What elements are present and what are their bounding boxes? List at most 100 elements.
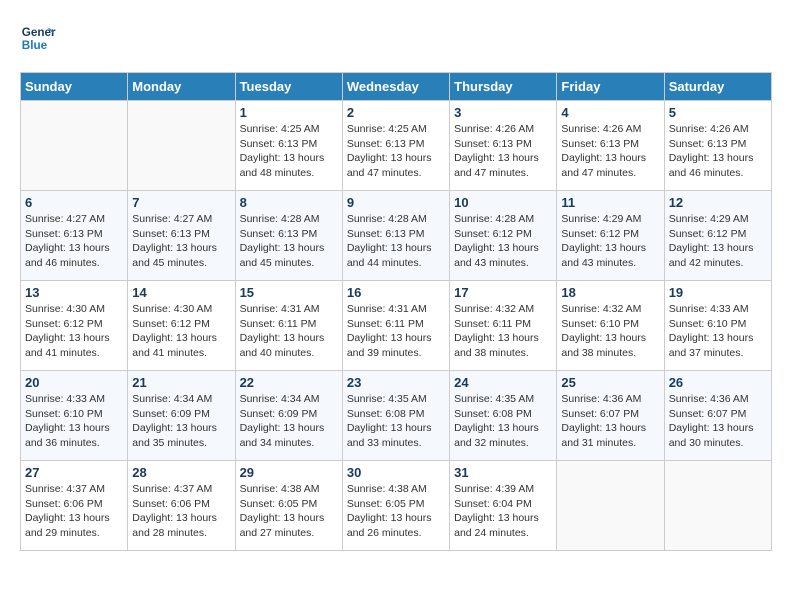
- calendar-cell: 6Sunrise: 4:27 AM Sunset: 6:13 PM Daylig…: [21, 191, 128, 281]
- calendar-cell: 8Sunrise: 4:28 AM Sunset: 6:13 PM Daylig…: [235, 191, 342, 281]
- calendar-cell: 15 Sunrise: 4:31 AM Sunset: 6:11 PM Dayli…: [235, 281, 342, 371]
- day-number: 17: [454, 285, 552, 300]
- day-number: 4: [561, 105, 659, 120]
- day-detail: Sunrise: 4:33 AM Sunset: 6:10 PM Dayligh…: [669, 302, 767, 361]
- calendar-cell: 9 Sunrise: 4:28 AM Sunset: 6:13 PM Daylig…: [342, 191, 449, 281]
- calendar-cell: 21 Sunrise: 4:34 AM Sunset: 6:09 PM Dayli…: [128, 371, 235, 461]
- day-number: 22: [240, 375, 338, 390]
- calendar-cell: 13Sunrise: 4:30 AM Sunset: 6:12 PM Dayli…: [21, 281, 128, 371]
- day-number: 6: [25, 195, 123, 210]
- day-detail: Sunrise: 4:29 AM Sunset: 6:12 PM Dayligh…: [669, 212, 767, 271]
- day-number: 27: [25, 465, 123, 480]
- page-header: General Blue: [20, 20, 772, 56]
- day-detail: Sunrise: 4:35 AM Sunset: 6:08 PM Dayligh…: [454, 392, 552, 451]
- week-row-4: 20 Sunrise: 4:33 AM Sunset: 6:10 PM Dayli…: [21, 371, 772, 461]
- svg-text:General: General: [22, 26, 56, 39]
- day-number: 3: [454, 105, 552, 120]
- day-number: 31: [454, 465, 552, 480]
- day-detail: Sunrise: 4:31 AM Sunset: 6:11 PM Dayligh…: [240, 302, 338, 361]
- day-number: 12: [669, 195, 767, 210]
- calendar-cell: 12 Sunrise: 4:29 AM Sunset: 6:12 PM Dayli…: [664, 191, 771, 281]
- calendar-table: SundayMondayTuesdayWednesdayThursdayFrid…: [20, 72, 772, 551]
- calendar-cell: 27 Sunrise: 4:37 AM Sunset: 6:06 PM Dayli…: [21, 461, 128, 551]
- day-number: 2: [347, 105, 445, 120]
- day-number: 15: [240, 285, 338, 300]
- day-detail: Sunrise: 4:36 AM Sunset: 6:07 PM Dayligh…: [561, 392, 659, 451]
- day-detail: Sunrise: 4:26 AM Sunset: 6:13 PM Dayligh…: [561, 122, 659, 181]
- day-detail: Sunrise: 4:38 AM Sunset: 6:05 PM Dayligh…: [347, 482, 445, 541]
- day-detail: Sunrise: 4:28 AM Sunset: 6:13 PM Dayligh…: [347, 212, 445, 271]
- calendar-cell: 11 Sunrise: 4:29 AM Sunset: 6:12 PM Dayli…: [557, 191, 664, 281]
- col-header-friday: Friday: [557, 73, 664, 101]
- calendar-cell: 24 Sunrise: 4:35 AM Sunset: 6:08 PM Dayli…: [450, 371, 557, 461]
- day-detail: Sunrise: 4:29 AM Sunset: 6:12 PM Dayligh…: [561, 212, 659, 271]
- calendar-cell: 4 Sunrise: 4:26 AM Sunset: 6:13 PM Daylig…: [557, 101, 664, 191]
- day-number: 5: [669, 105, 767, 120]
- day-number: 19: [669, 285, 767, 300]
- calendar-cell: 1 Sunrise: 4:25 AM Sunset: 6:13 PM Daylig…: [235, 101, 342, 191]
- day-number: 1: [240, 105, 338, 120]
- day-detail: Sunrise: 4:34 AM Sunset: 6:09 PM Dayligh…: [132, 392, 230, 451]
- col-header-sunday: Sunday: [21, 73, 128, 101]
- logo-icon: General Blue: [20, 20, 56, 56]
- col-header-tuesday: Tuesday: [235, 73, 342, 101]
- header-row: SundayMondayTuesdayWednesdayThursdayFrid…: [21, 73, 772, 101]
- day-number: 25: [561, 375, 659, 390]
- logo: General Blue: [20, 20, 56, 56]
- calendar-cell: 30 Sunrise: 4:38 AM Sunset: 6:05 PM Dayli…: [342, 461, 449, 551]
- calendar-cell: 19 Sunrise: 4:33 AM Sunset: 6:10 PM Dayli…: [664, 281, 771, 371]
- day-detail: Sunrise: 4:33 AM Sunset: 6:10 PM Dayligh…: [25, 392, 123, 451]
- calendar-cell: [664, 461, 771, 551]
- week-row-5: 27 Sunrise: 4:37 AM Sunset: 6:06 PM Dayli…: [21, 461, 772, 551]
- day-detail: Sunrise: 4:28 AM Sunset: 6:12 PM Dayligh…: [454, 212, 552, 271]
- calendar-cell: 31 Sunrise: 4:39 AM Sunset: 6:04 PM Dayli…: [450, 461, 557, 551]
- calendar-cell: 18 Sunrise: 4:32 AM Sunset: 6:10 PM Dayli…: [557, 281, 664, 371]
- calendar-cell: [128, 101, 235, 191]
- calendar-cell: [21, 101, 128, 191]
- calendar-cell: 2Sunrise: 4:25 AM Sunset: 6:13 PM Daylig…: [342, 101, 449, 191]
- day-number: 30: [347, 465, 445, 480]
- day-number: 20: [25, 375, 123, 390]
- day-number: 7: [132, 195, 230, 210]
- day-number: 11: [561, 195, 659, 210]
- calendar-cell: 25 Sunrise: 4:36 AM Sunset: 6:07 PM Dayli…: [557, 371, 664, 461]
- calendar-cell: 22 Sunrise: 4:34 AM Sunset: 6:09 PM Dayli…: [235, 371, 342, 461]
- day-number: 24: [454, 375, 552, 390]
- day-number: 8: [240, 195, 338, 210]
- day-number: 28: [132, 465, 230, 480]
- day-number: 29: [240, 465, 338, 480]
- day-detail: Sunrise: 4:31 AM Sunset: 6:11 PM Dayligh…: [347, 302, 445, 361]
- day-number: 18: [561, 285, 659, 300]
- day-detail: Sunrise: 4:26 AM Sunset: 6:13 PM Dayligh…: [669, 122, 767, 181]
- day-detail: Sunrise: 4:39 AM Sunset: 6:04 PM Dayligh…: [454, 482, 552, 541]
- calendar-cell: 3 Sunrise: 4:26 AM Sunset: 6:13 PM Daylig…: [450, 101, 557, 191]
- day-detail: Sunrise: 4:37 AM Sunset: 6:06 PM Dayligh…: [25, 482, 123, 541]
- col-header-monday: Monday: [128, 73, 235, 101]
- calendar-cell: [557, 461, 664, 551]
- day-detail: Sunrise: 4:32 AM Sunset: 6:10 PM Dayligh…: [561, 302, 659, 361]
- day-number: 9: [347, 195, 445, 210]
- day-detail: Sunrise: 4:27 AM Sunset: 6:13 PM Dayligh…: [132, 212, 230, 271]
- day-detail: Sunrise: 4:25 AM Sunset: 6:13 PM Dayligh…: [240, 122, 338, 181]
- day-number: 16: [347, 285, 445, 300]
- calendar-cell: 26Sunrise: 4:36 AM Sunset: 6:07 PM Dayli…: [664, 371, 771, 461]
- calendar-cell: 5 Sunrise: 4:26 AM Sunset: 6:13 PM Daylig…: [664, 101, 771, 191]
- day-detail: Sunrise: 4:35 AM Sunset: 6:08 PM Dayligh…: [347, 392, 445, 451]
- week-row-1: 1 Sunrise: 4:25 AM Sunset: 6:13 PM Daylig…: [21, 101, 772, 191]
- day-detail: Sunrise: 4:34 AM Sunset: 6:09 PM Dayligh…: [240, 392, 338, 451]
- day-detail: Sunrise: 4:26 AM Sunset: 6:13 PM Dayligh…: [454, 122, 552, 181]
- col-header-saturday: Saturday: [664, 73, 771, 101]
- day-number: 21: [132, 375, 230, 390]
- day-detail: Sunrise: 4:30 AM Sunset: 6:12 PM Dayligh…: [25, 302, 123, 361]
- week-row-2: 6 Sunrise: 4:27 AM Sunset: 6:13 PM Daylig…: [21, 191, 772, 281]
- day-number: 10: [454, 195, 552, 210]
- svg-text:Blue: Blue: [22, 39, 48, 52]
- day-number: 23: [347, 375, 445, 390]
- calendar-cell: 29 Sunrise: 4:38 AM Sunset: 6:05 PM Dayli…: [235, 461, 342, 551]
- calendar-cell: 20 Sunrise: 4:33 AM Sunset: 6:10 PM Dayli…: [21, 371, 128, 461]
- calendar-cell: 17Sunrise: 4:32 AM Sunset: 6:11 PM Dayli…: [450, 281, 557, 371]
- day-number: 26: [669, 375, 767, 390]
- calendar-cell: 7 Sunrise: 4:27 AM Sunset: 6:13 PM Daylig…: [128, 191, 235, 281]
- day-detail: Sunrise: 4:38 AM Sunset: 6:05 PM Dayligh…: [240, 482, 338, 541]
- col-header-thursday: Thursday: [450, 73, 557, 101]
